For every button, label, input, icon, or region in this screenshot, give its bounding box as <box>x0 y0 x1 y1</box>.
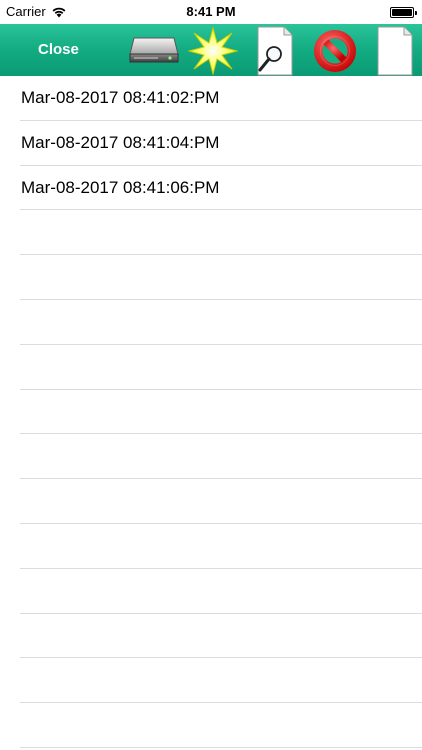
battery-icon <box>390 7 417 18</box>
list-item[interactable] <box>20 524 422 569</box>
status-bar: Carrier 8:41 PM <box>0 0 422 24</box>
list-item-label: Mar-08-2017 08:41:06:PM <box>21 177 220 197</box>
list-item[interactable]: Mar-08-2017 08:41:02:PM <box>20 76 422 121</box>
list-item[interactable] <box>20 703 422 748</box>
list-item[interactable] <box>20 658 422 704</box>
toolbar: Close <box>0 24 422 76</box>
list-item[interactable] <box>20 255 422 300</box>
record-list: Mar-08-2017 08:41:02:PM Mar-08-2017 08:4… <box>0 76 422 748</box>
search-document-icon[interactable] <box>252 26 296 76</box>
list-item[interactable] <box>20 210 422 256</box>
list-item[interactable]: Mar-08-2017 08:41:04:PM <box>20 121 422 166</box>
list-item[interactable] <box>20 479 422 524</box>
status-time: 8:41 PM <box>186 4 236 19</box>
close-button[interactable]: Close <box>22 36 95 64</box>
disk-icon[interactable] <box>124 34 180 68</box>
list-item[interactable] <box>20 434 422 480</box>
star-burst-icon[interactable] <box>188 27 238 75</box>
list-item[interactable] <box>20 569 422 614</box>
list-item[interactable] <box>20 300 422 345</box>
list-item[interactable] <box>20 390 422 435</box>
list-item[interactable]: Mar-08-2017 08:41:06:PM <box>20 166 422 211</box>
list-item[interactable] <box>20 345 422 390</box>
list-item-label: Mar-08-2017 08:41:04:PM <box>21 132 220 152</box>
list-item[interactable] <box>20 614 422 659</box>
list-item-label: Mar-08-2017 08:41:02:PM <box>21 88 220 107</box>
cancel-icon[interactable] <box>311 27 359 75</box>
document-icon[interactable] <box>372 26 416 76</box>
